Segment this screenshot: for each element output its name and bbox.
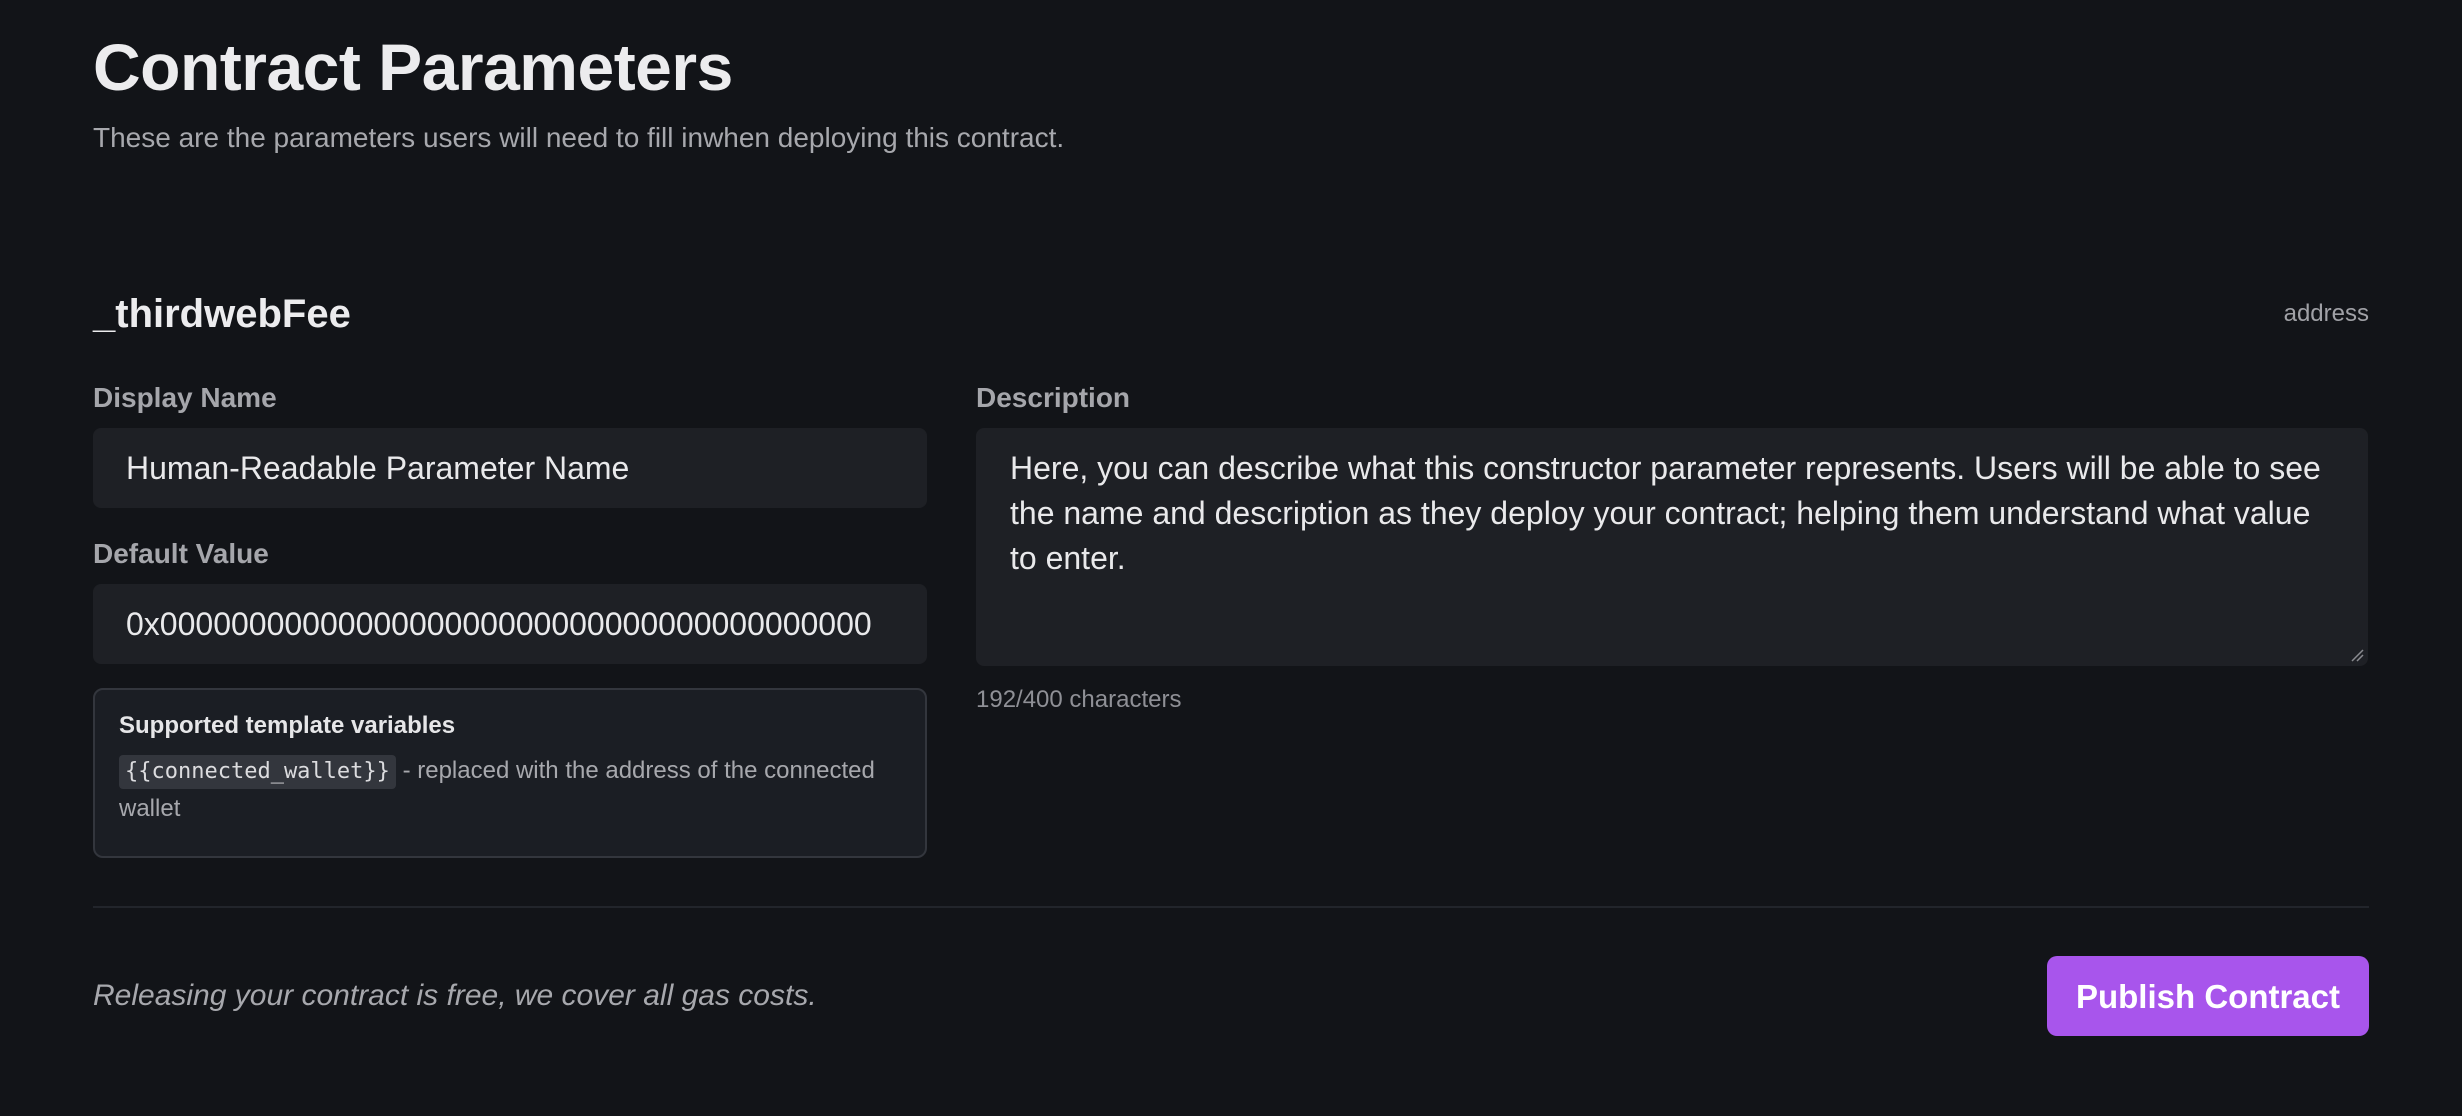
footer-divider bbox=[93, 906, 2369, 908]
footer-note: Releasing your contract is free, we cove… bbox=[93, 979, 817, 1012]
description-text: Here, you can describe what this constru… bbox=[1010, 450, 2321, 576]
default-value-label: Default Value bbox=[93, 538, 269, 569]
default-value-input[interactable]: 0x00000000000000000000000000000000000000… bbox=[93, 584, 927, 664]
parameter-name: _thirdwebFee bbox=[93, 292, 351, 336]
parameter-right-column: Description Here, you can describe what … bbox=[976, 378, 2368, 716]
template-variable-code: {{connected_wallet}} bbox=[119, 755, 396, 789]
description-textarea[interactable]: Here, you can describe what this constru… bbox=[976, 428, 2368, 666]
display-name-label: Display Name bbox=[93, 382, 277, 413]
display-name-input[interactable]: Human-Readable Parameter Name bbox=[93, 428, 927, 508]
page-subtitle: These are the parameters users will need… bbox=[93, 122, 1065, 153]
description-label: Description bbox=[976, 382, 1131, 413]
description-char-count: 192/400 characters bbox=[976, 686, 1182, 713]
contract-parameters-page: Contract Parameters These are the parame… bbox=[0, 0, 2462, 1116]
publish-contract-button[interactable]: Publish Contract bbox=[2047, 956, 2369, 1036]
template-variables-title: Supported template variables bbox=[119, 712, 456, 739]
parameter-left-column: Display Name Human-Readable Parameter Na… bbox=[93, 378, 927, 858]
parameter-header: _thirdwebFee address bbox=[93, 286, 2369, 342]
parameter-type: address bbox=[2283, 300, 2369, 327]
resize-handle-icon[interactable] bbox=[2350, 648, 2364, 662]
template-variables-description: {{connected_wallet}} - replaced with the… bbox=[119, 752, 901, 828]
page-title: Contract Parameters bbox=[93, 30, 733, 104]
template-variables-box: Supported template variables {{connected… bbox=[93, 688, 927, 858]
